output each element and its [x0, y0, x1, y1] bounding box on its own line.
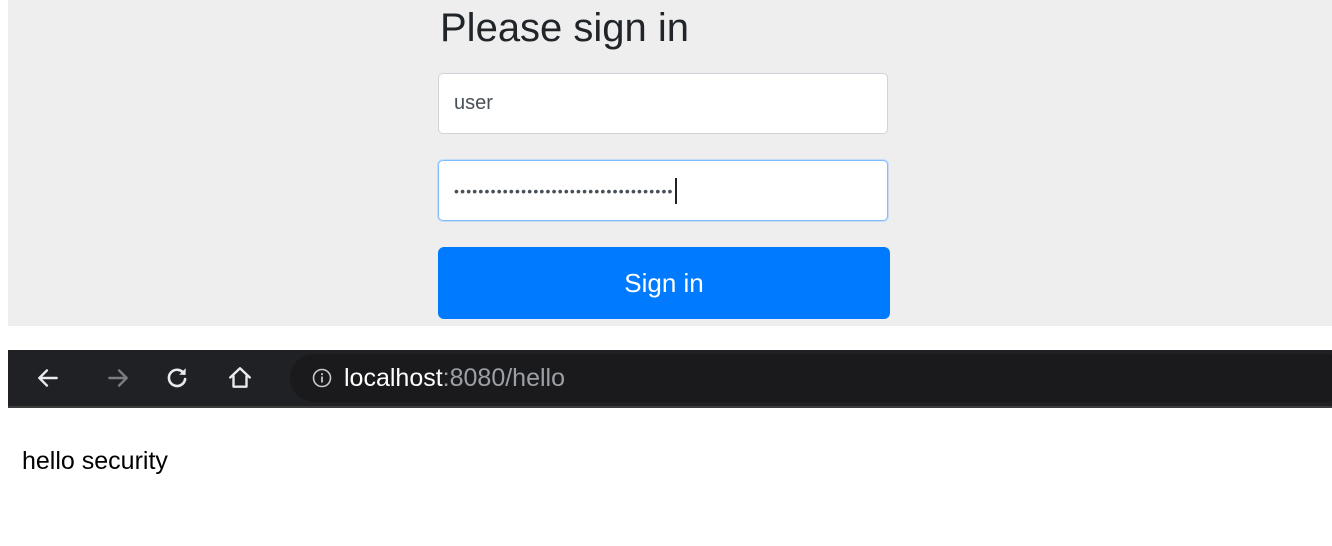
password-input[interactable]: •••••••••••••••••••••••••••••••••••• [438, 160, 888, 221]
reload-icon [167, 368, 187, 388]
sign-in-button[interactable]: Sign in [438, 247, 890, 319]
arrow-left-icon [38, 369, 58, 387]
forward-button[interactable] [102, 362, 134, 394]
url-text: localhost:8080/hello [344, 364, 565, 393]
login-panel: Please sign in user ••••••••••••••••••••… [8, 0, 1332, 326]
home-icon [229, 367, 251, 388]
username-input[interactable]: user [438, 73, 888, 134]
arrow-right-icon [108, 369, 128, 387]
browser-toolbar: localhost:8080/hello [8, 350, 1332, 408]
reload-button[interactable] [161, 362, 193, 394]
text-caret [674, 177, 677, 204]
url-host: localhost [344, 363, 443, 392]
password-value: •••••••••••••••••••••••••••••••••••• [454, 182, 674, 199]
address-bar[interactable]: localhost:8080/hello [290, 354, 1332, 402]
username-value: user [454, 92, 493, 114]
back-button[interactable] [32, 362, 64, 394]
url-path: :8080/hello [442, 363, 565, 392]
home-button[interactable] [224, 362, 256, 394]
page-body-text: hello security [22, 447, 168, 475]
page-title: Please sign in [440, 6, 690, 50]
info-icon[interactable] [312, 368, 332, 388]
